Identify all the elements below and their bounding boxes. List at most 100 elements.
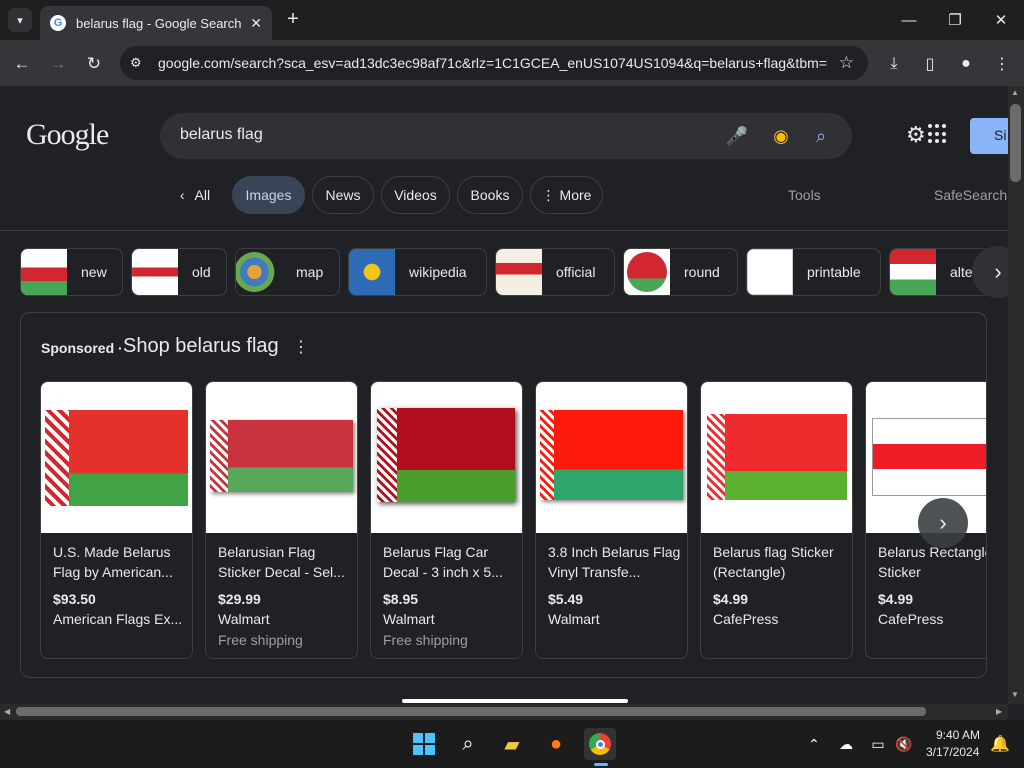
scroll-down-arrow-icon[interactable]: ▼ [1011,690,1019,699]
product-image [536,382,687,533]
volume-muted-icon[interactable]: 🔇 [888,728,920,760]
tools-button[interactable]: Tools [788,187,821,203]
filter-more[interactable]: ⋮ More [530,176,603,214]
search-box[interactable]: belarus flag 🎤 ◉ ⌕ [160,113,852,159]
product-card[interactable]: Belarus Flag Car Decal - 3 inch x 5... $… [370,381,523,659]
product-title[interactable]: U.S. Made Belarus Flag by American... [53,542,188,582]
chip-map[interactable]: map [235,248,340,296]
tab-title: belarus flag - Google Search [76,15,242,31]
product-image [701,382,852,533]
chip-label: round [684,264,720,280]
filter-news[interactable]: News [312,176,374,214]
chip-wikipedia[interactable]: wikipedia [348,248,487,296]
logo-text: Google [26,118,109,151]
forward-button[interactable]: → [44,50,72,78]
clock-date[interactable]: 3/17/2024 [926,745,979,759]
scroll-left-arrow-icon[interactable]: ◀ [4,707,10,716]
product-card[interactable]: 3.8 Inch Belarus Flag Vinyl Transfe... $… [535,381,688,659]
scroll-right-arrow-icon[interactable]: ▶ [996,707,1002,716]
chip-official[interactable]: official [495,248,615,296]
clock-time[interactable]: 9:40 AM [936,728,980,742]
product-title[interactable]: Belarus Flag Car Decal - 3 inch x 5... [383,542,518,582]
sponsored-label: Sponsored · [41,340,123,356]
profile-icon[interactable]: ● [952,50,980,78]
side-panel-icon[interactable]: ▯ [916,50,944,78]
close-window-button[interactable]: ✕ [978,6,1024,34]
vertical-scroll-thumb[interactable] [1010,104,1021,182]
product-title[interactable]: 3.8 Inch Belarus Flag Vinyl Transfe... [548,542,683,582]
filter-images[interactable]: Images [232,176,305,214]
sponsored-shopping-panel: Sponsored · Shop belarus flag ⋮ U.S. Mad… [20,312,987,678]
product-title[interactable]: Belarus Rectangle Sticker [878,542,986,582]
google-logo[interactable]: Google [26,118,109,152]
file-explorer-icon[interactable]: ▰ [496,728,528,760]
more-options-icon[interactable]: ⋮ [293,337,309,357]
onedrive-icon[interactable]: ☁ [830,728,862,760]
chip-round[interactable]: round [623,248,738,296]
more-dots-icon: ⋮ [541,186,556,203]
settings-gear-icon[interactable]: ⚙ [906,122,926,148]
product-card[interactable]: Belarus flag Sticker (Rectangle) $4.99 C… [700,381,853,659]
firefox-icon[interactable]: ● [540,728,572,760]
product-price: $29.99 [218,591,261,607]
search-icon[interactable]: ⌕ [810,125,832,147]
new-tab-button[interactable]: + [282,8,304,30]
product-image [206,382,357,533]
carousel-next-button[interactable]: › [918,498,968,548]
chip-new[interactable]: new [20,248,123,296]
product-price: $8.95 [383,591,419,607]
horizontal-scroll-thumb[interactable] [16,707,926,716]
reload-button[interactable]: ↻ [80,50,108,78]
url-text: google.com/search?sca_esv=ad13dc3ec98af7… [158,55,828,71]
product-shipping: Free shipping [383,632,468,648]
lens-search-icon[interactable]: ◉ [770,125,792,147]
filter-books[interactable]: Books [457,176,523,214]
bookmark-star-icon[interactable]: ☆ [839,53,854,73]
chip-thumbnail [236,249,282,295]
search-input[interactable]: belarus flag [180,126,263,144]
chip-thumbnail [624,249,670,295]
address-bar[interactable]: ⚙ google.com/search?sca_esv=ad13dc3ec98a… [120,46,868,80]
voice-search-icon[interactable]: 🎤 [726,125,748,147]
restore-button[interactable]: ❐ [932,6,978,34]
product-card[interactable]: Belarusian Flag Sticker Decal - Sel... $… [205,381,358,659]
product-price: $4.99 [878,591,914,607]
scroll-up-arrow-icon[interactable]: ▲ [1011,88,1019,97]
taskbar-search-icon[interactable]: ⌕ [452,728,484,760]
chip-thumbnail [890,249,936,295]
filter-all-label: All [194,187,211,203]
active-app-indicator [594,763,608,766]
chrome-taskbar-icon[interactable] [584,728,616,760]
google-apps-icon[interactable] [928,124,948,144]
browser-tab[interactable]: G belarus flag - Google Search ✕ [40,6,272,40]
filter-more-label: More [559,187,592,203]
product-title[interactable]: Belarus flag Sticker (Rectangle) [713,542,848,582]
tab-search-button[interactable]: ▾ [8,8,32,32]
chip-old[interactable]: old [131,248,227,296]
show-hidden-icons-icon[interactable]: ⌃ [798,728,830,760]
downloads-icon[interactable]: ⤓ [880,50,908,78]
chip-label: official [556,264,596,280]
safesearch-button[interactable]: SafeSearch [934,187,1007,203]
product-card[interactable]: U.S. Made Belarus Flag by American... $9… [40,381,193,659]
notification-bell-icon[interactable]: 🔔 [984,728,1016,760]
chip-thumbnail [496,249,542,295]
product-title[interactable]: Belarusian Flag Sticker Decal - Sel... [218,542,353,582]
chip-thumbnail [132,249,178,295]
back-button[interactable]: ← [8,50,36,78]
filter-videos[interactable]: Videos [381,176,450,214]
site-info-icon[interactable]: ⚙ [130,55,148,71]
chrome-menu-icon[interactable]: ⋮ [988,50,1016,78]
header-divider [0,230,1008,231]
windows-start-icon[interactable] [408,728,440,760]
product-price: $93.50 [53,591,96,607]
product-image [371,382,522,533]
product-price: $5.49 [548,591,584,607]
product-store: Walmart [218,611,270,627]
chip-printable[interactable]: printable [746,248,881,296]
chip-label: old [192,264,211,280]
minimize-button[interactable]: — [886,6,932,34]
tab-close-icon[interactable]: ✕ [250,15,262,32]
filter-all[interactable]: ‹ All [166,176,224,214]
product-store: Walmart [383,611,435,627]
